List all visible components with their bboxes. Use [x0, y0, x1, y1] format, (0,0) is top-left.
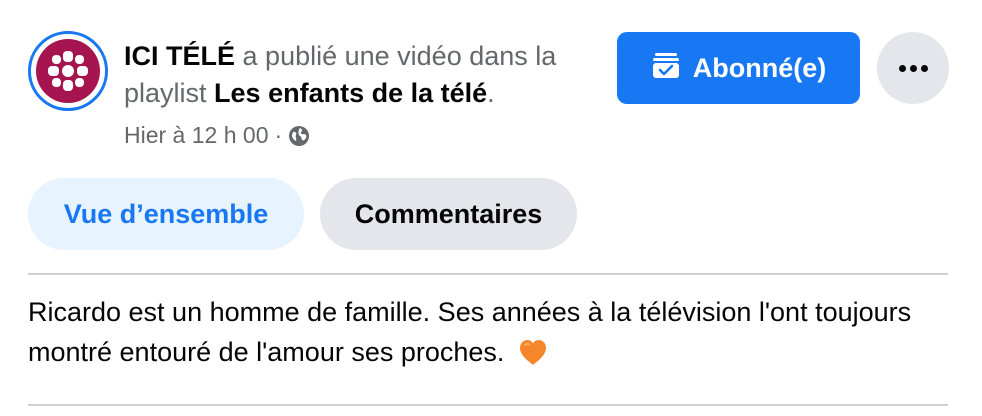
post-body-text: Ricardo est un homme de famille. Ses ann…: [28, 297, 912, 367]
post-meta: Hier à 12 h 00 ·: [124, 122, 310, 149]
more-options-icon: [898, 64, 928, 72]
divider: [28, 404, 948, 406]
post-header: ICI TÉLÉ a publié une vidéo dans la play…: [124, 38, 604, 112]
subscribed-check-icon: [651, 50, 681, 87]
tab-overview-label: Vue d’ensemble: [63, 198, 269, 229]
globe-icon[interactable]: [288, 125, 310, 147]
post-body: Ricardo est un homme de famille. Ses ann…: [28, 292, 948, 377]
playlist-link[interactable]: Les enfants de la télé: [214, 78, 487, 108]
meta-separator: ·: [274, 122, 283, 148]
timestamp[interactable]: Hier à 12 h 00: [124, 122, 268, 149]
orange-heart-icon: [518, 337, 548, 377]
ici-tele-logo-icon: [36, 39, 100, 103]
tab-comments-label: Commentaires: [354, 198, 543, 229]
page-avatar[interactable]: [28, 31, 108, 111]
subscribed-button[interactable]: Abonné(e): [617, 32, 860, 104]
subscribed-label: Abonné(e): [692, 52, 827, 83]
period: .: [487, 78, 495, 108]
tab-comments[interactable]: Commentaires: [320, 178, 577, 250]
more-options-button[interactable]: [877, 32, 949, 104]
page-name-link[interactable]: ICI TÉLÉ: [124, 41, 235, 71]
video-post: ICI TÉLÉ a publié une vidéo dans la play…: [0, 0, 982, 416]
tab-overview[interactable]: Vue d’ensemble: [28, 178, 304, 250]
divider: [28, 273, 948, 275]
